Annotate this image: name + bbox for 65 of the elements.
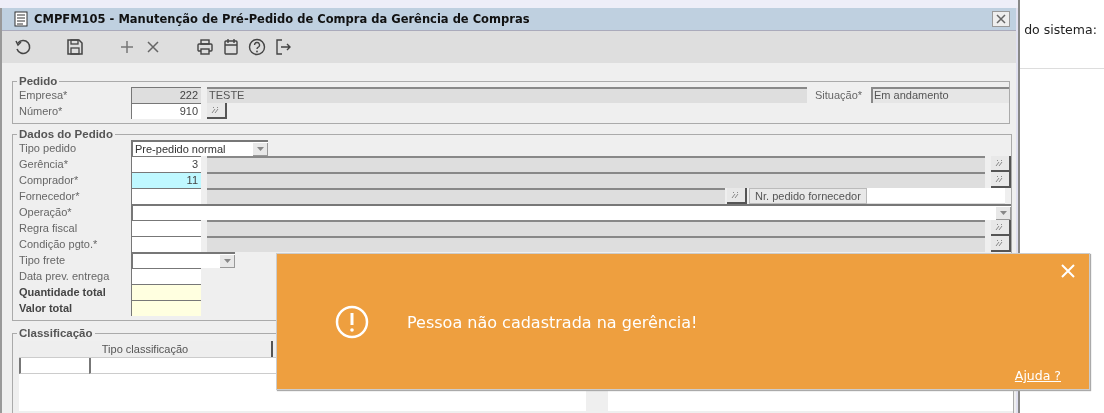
dropdown-arrow-icon (223, 258, 231, 263)
lookup-icon (731, 191, 741, 199)
field-label: Tipo pedido (19, 141, 78, 156)
printer-icon (196, 38, 214, 56)
dropdown[interactable] (131, 252, 235, 268)
save-icon (66, 38, 84, 56)
group-title: Classificação (18, 327, 94, 339)
field-label: Comprador* (19, 173, 80, 188)
group-title: Dados do Pedido (18, 128, 114, 140)
field-label: Regra fiscal (19, 221, 79, 236)
input-field[interactable] (131, 236, 201, 252)
dropdown[interactable]: Pre-pedido normal (131, 140, 268, 156)
field-label: Empresa* (19, 88, 69, 103)
error-message: Pessoa não cadastrada na gerência! (407, 312, 698, 332)
column-header: Tipo classificação (19, 341, 273, 357)
lookup-icon (995, 239, 1005, 247)
help-button[interactable] (246, 36, 268, 58)
input-field[interactable]: 910 (131, 103, 201, 119)
input-field[interactable]: 222 (131, 87, 201, 103)
group-title: Pedido (18, 75, 59, 87)
plus-icon (118, 38, 136, 56)
field-label: Quantidade total (19, 285, 107, 300)
input-field[interactable]: 3 (131, 156, 201, 172)
supplier-order-button[interactable]: Nr. pedido fornecedor (749, 188, 867, 204)
lookup-button[interactable] (991, 220, 1011, 236)
close-icon (996, 14, 1007, 24)
status-field: Em andamento (871, 87, 1009, 103)
alert-icon (335, 305, 369, 339)
lookup-button[interactable] (207, 103, 227, 119)
lookup-icon (995, 223, 1005, 231)
calendar-icon (222, 38, 240, 56)
field-label: Data prev. entrega (19, 269, 111, 284)
field-label: Número* (19, 104, 64, 119)
dropdown-arrow-icon (256, 146, 264, 151)
input-field[interactable]: 11 (131, 172, 201, 188)
lookup-icon (995, 175, 1005, 183)
input-field[interactable] (131, 268, 201, 284)
document-icon (14, 11, 28, 27)
close-icon (1061, 264, 1075, 278)
lookup-button[interactable] (727, 188, 747, 204)
field-label: Situação* (815, 88, 864, 103)
lookup-icon (995, 159, 1005, 167)
input-field[interactable] (131, 220, 201, 236)
lookup-button[interactable] (991, 236, 1011, 252)
lookup-button[interactable] (991, 156, 1011, 172)
dropdown[interactable] (131, 204, 1011, 220)
window-title: CMPFM105 - Manutenção de Pré-Pedido de Compra da Gerência de Compras (34, 12, 531, 26)
input-field[interactable] (131, 188, 201, 204)
field-label: Fornecedor* (19, 189, 81, 204)
field-label: Operação* (19, 205, 73, 220)
lookup-button[interactable] (991, 172, 1011, 188)
print-button[interactable] (194, 36, 216, 58)
close-button[interactable] (992, 11, 1011, 27)
refresh-icon (14, 38, 32, 56)
lookup-icon (211, 106, 221, 114)
side-text: do sistema: (1020, 22, 1104, 69)
help-icon (248, 38, 266, 56)
description-field: TESTE (207, 87, 807, 103)
exit-icon (274, 38, 292, 56)
dropdown-arrow-icon (999, 210, 1007, 215)
save-button[interactable] (64, 36, 86, 58)
field-label: Gerência* (19, 157, 69, 172)
field-label: Valor total (19, 301, 74, 316)
field-label: Tipo frete (19, 253, 67, 268)
field-label: Condição pgto.* (19, 237, 99, 252)
